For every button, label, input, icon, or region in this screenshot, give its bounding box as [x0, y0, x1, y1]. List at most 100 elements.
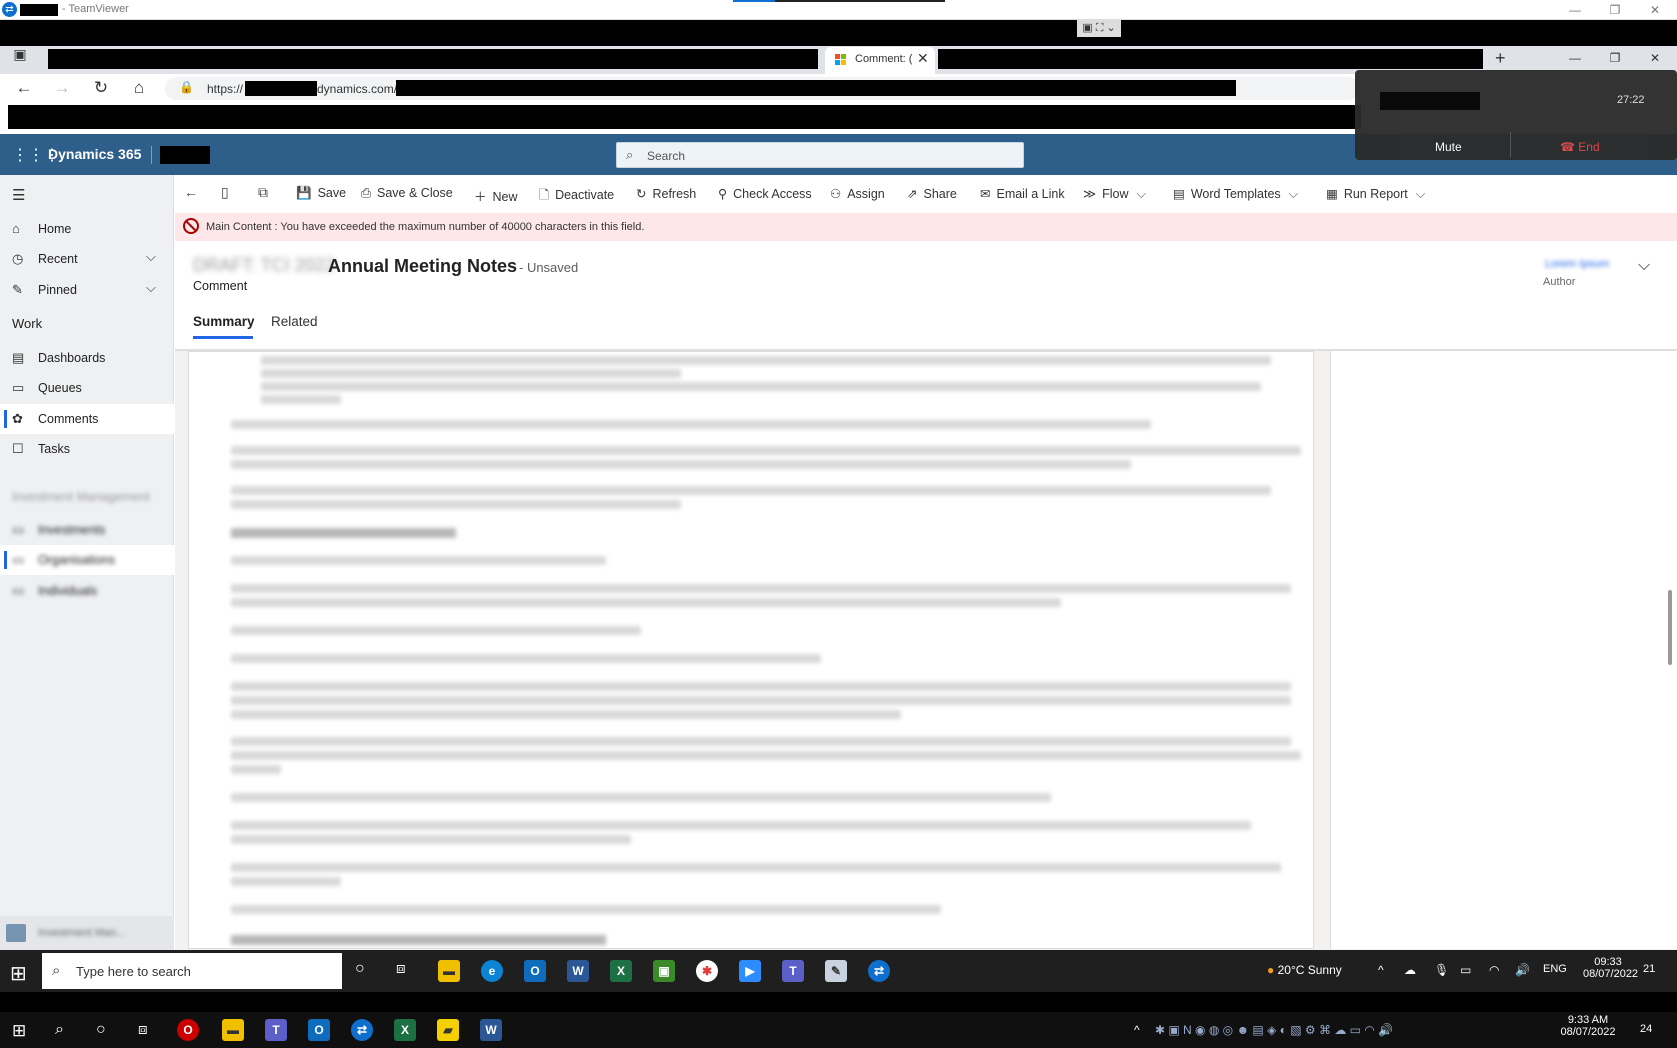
- new-tab-button[interactable]: +: [1495, 48, 1506, 69]
- edge-icon[interactable]: e: [481, 960, 503, 982]
- search-input[interactable]: ⌕ Search: [616, 142, 1024, 168]
- file-explorer-icon[interactable]: ▬: [438, 960, 460, 982]
- search-icon[interactable]: ⌕: [55, 1021, 64, 1039]
- tab-active[interactable]: Comment: ( ✕: [825, 47, 935, 74]
- owner-link[interactable]: Lorem Ipsum: [1545, 258, 1609, 270]
- tray-chevron-icon[interactable]: ^: [1378, 963, 1384, 977]
- sticky-notes-icon[interactable]: ▰: [437, 1019, 459, 1041]
- sidebar-item-pinned[interactable]: ✎ Pinned ⌵: [0, 275, 174, 305]
- clock[interactable]: 09:33 08/07/2022: [1583, 956, 1638, 980]
- excel-icon[interactable]: X: [394, 1019, 416, 1041]
- word-templates-button[interactable]: ▤ Word Templates ⌵: [1173, 186, 1298, 202]
- mute-button[interactable]: Mute: [1435, 140, 1462, 154]
- tab-close-icon[interactable]: ✕: [917, 50, 929, 67]
- excel-icon[interactable]: X: [610, 960, 632, 982]
- notification-center-icon[interactable]: 24: [1640, 1023, 1652, 1035]
- teamviewer-toolbar-toggle[interactable]: ▣ ⛶ ⌄: [1077, 20, 1121, 37]
- project-icon[interactable]: ▣: [653, 960, 675, 982]
- tray-chevron-icon[interactable]: ^: [1134, 1023, 1140, 1037]
- sidebar-item-home[interactable]: ⌂ Home: [0, 214, 174, 244]
- refresh-button[interactable]: ↻ Refresh: [636, 186, 696, 201]
- taskbar-search[interactable]: ⌕ Type here to search: [42, 953, 342, 989]
- flow-button[interactable]: ≫ Flow ⌵: [1083, 186, 1146, 202]
- outlook-icon[interactable]: O: [524, 960, 546, 982]
- back-icon[interactable]: ←: [12, 78, 36, 98]
- end-call-button[interactable]: ☎ End: [1560, 140, 1600, 154]
- tray-app-icons[interactable]: ✱ ▣ N ◉ ◍ ◎ ☻ ▤ ◈ ◐ ▧ ⚙ ⌘ ☁ ▭ ◠ 🔊: [1155, 1023, 1393, 1037]
- assign-button[interactable]: ⚇ Assign: [830, 186, 885, 201]
- onedrive-icon[interactable]: ☁: [1404, 963, 1416, 977]
- teams-icon[interactable]: T: [265, 1019, 287, 1041]
- tab-related[interactable]: Related: [271, 314, 318, 329]
- save-button[interactable]: 💾 Save: [296, 186, 346, 201]
- form-selector-icon[interactable]: ▯: [221, 184, 229, 201]
- battery-icon[interactable]: ▭: [1460, 963, 1471, 977]
- notification-center-icon[interactable]: 21: [1643, 963, 1655, 975]
- word-icon[interactable]: W: [567, 960, 589, 982]
- browser-close-button[interactable]: ✕: [1640, 50, 1670, 66]
- redacted-tab[interactable]: [48, 49, 818, 69]
- main-content-editor[interactable]: [188, 351, 1314, 949]
- sidebar-item-individuals[interactable]: ▭ Individuals: [0, 576, 174, 606]
- open-new-window-icon[interactable]: ⧉: [258, 184, 268, 201]
- deactivate-button[interactable]: 🗋 Deactivate: [539, 186, 614, 207]
- sidebar-item-comments[interactable]: ✿ Comments: [0, 404, 174, 434]
- email-link-button[interactable]: ✉ Email a Link: [980, 186, 1065, 201]
- opera-icon[interactable]: O: [177, 1019, 199, 1041]
- area-switcher[interactable]: Investment Man...: [0, 916, 174, 950]
- restore-button[interactable]: ❐: [1600, 2, 1630, 18]
- browser-restore-button[interactable]: ❐: [1600, 50, 1630, 66]
- chevron-down-icon[interactable]: ⌵: [146, 280, 156, 296]
- language-indicator[interactable]: ENG: [1543, 963, 1567, 975]
- back-arrow-icon[interactable]: ←: [184, 184, 198, 200]
- hamburger-menu-icon[interactable]: ☰: [12, 186, 25, 204]
- run-report-button[interactable]: ▦ Run Report ⌵: [1326, 186, 1425, 202]
- app-name[interactable]: Dynamics 365: [48, 146, 141, 162]
- chevron-down-icon[interactable]: ⌵: [1638, 257, 1650, 275]
- error-message[interactable]: Main Content : You have exceeded the max…: [206, 221, 644, 233]
- windows-start-icon[interactable]: ⊞: [10, 961, 27, 986]
- clock[interactable]: 9:33 AM 08/07/2022: [1556, 1014, 1620, 1038]
- task-view-icon[interactable]: ⧈: [138, 1021, 148, 1038]
- close-button[interactable]: ✕: [1640, 2, 1670, 18]
- lock-icon[interactable]: 🔒: [179, 80, 194, 94]
- forward-icon[interactable]: →: [50, 78, 74, 98]
- sidebar-item-investments[interactable]: ▭ Investments: [0, 515, 174, 545]
- teams-icon[interactable]: T: [782, 960, 804, 982]
- cortana-icon[interactable]: ○: [96, 1021, 106, 1039]
- browser-minimize-button[interactable]: —: [1560, 50, 1590, 66]
- sidebar-item-dashboards[interactable]: ▤ Dashboards: [0, 343, 174, 373]
- cortana-icon[interactable]: ○: [355, 960, 365, 978]
- wifi-icon[interactable]: ◠: [1489, 963, 1499, 977]
- slack-icon[interactable]: ✱: [696, 960, 718, 982]
- scrollbar[interactable]: [1668, 590, 1672, 665]
- tab-actions-icon[interactable]: ▣: [8, 46, 32, 63]
- minimize-button[interactable]: —: [1560, 2, 1590, 18]
- chevron-down-icon[interactable]: ⌵: [146, 249, 156, 265]
- sidebar-item-organisations[interactable]: ▭ Organisations: [0, 545, 174, 575]
- task-view-icon[interactable]: ⧈: [396, 960, 406, 977]
- weather-widget[interactable]: ● 20°C Sunny: [1267, 963, 1342, 977]
- sidebar-item-tasks[interactable]: ☐ Tasks: [0, 434, 174, 464]
- save-close-button[interactable]: ⎙ Save & Close: [361, 186, 453, 201]
- microphone-icon[interactable]: 🎙: [1434, 963, 1449, 977]
- sidebar-item-queues[interactable]: ▭ Queues: [0, 373, 174, 403]
- windows-start-icon[interactable]: ⊞: [12, 1021, 26, 1041]
- zoom-icon[interactable]: ▶: [739, 960, 761, 982]
- share-button[interactable]: ⇗ Share: [907, 186, 957, 201]
- sidebar-item-recent[interactable]: ◷ Recent ⌵: [0, 244, 174, 274]
- new-button[interactable]: ＋ New: [474, 186, 518, 205]
- word-icon[interactable]: W: [480, 1019, 502, 1041]
- teamviewer-taskbar-icon[interactable]: ⇄: [868, 960, 890, 982]
- teamviewer-taskbar-icon[interactable]: ⇄: [351, 1019, 373, 1041]
- volume-icon[interactable]: 🔊: [1515, 963, 1530, 977]
- outlook-icon[interactable]: O: [308, 1019, 330, 1041]
- notes-app-icon[interactable]: ✎: [825, 960, 847, 982]
- check-access-button[interactable]: ⚲ Check Access: [718, 186, 812, 201]
- file-explorer-icon[interactable]: ▬: [222, 1019, 244, 1041]
- redacted-tab[interactable]: [938, 49, 1483, 69]
- home-icon[interactable]: ⌂: [127, 78, 151, 98]
- tab-summary[interactable]: Summary: [193, 314, 255, 329]
- url-field[interactable]: 🔒 https:// dynamics.com/: [165, 77, 1360, 100]
- reload-icon[interactable]: ↻: [89, 78, 113, 98]
